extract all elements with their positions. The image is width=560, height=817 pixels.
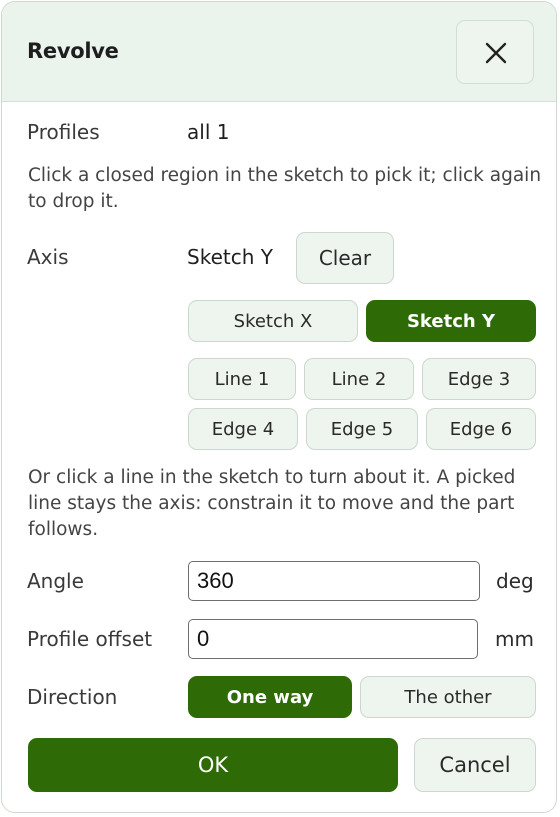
- axis-clear-button[interactable]: Clear: [296, 232, 394, 284]
- dialog-header: Revolve: [2, 2, 556, 102]
- direction-the-other-button[interactable]: The other: [360, 676, 536, 718]
- direction-one-way-button[interactable]: One way: [188, 676, 352, 718]
- direction-label: Direction: [27, 685, 118, 709]
- axis-help-text: Or click a line in the sketch to turn ab…: [28, 467, 516, 540]
- axis-option-edge-3[interactable]: Edge 3: [422, 358, 536, 400]
- dialog-title: Revolve: [27, 39, 119, 63]
- cancel-button[interactable]: Cancel: [414, 738, 536, 792]
- axis-option-edge-6[interactable]: Edge 6: [426, 408, 536, 450]
- profile-offset-unit: mm: [495, 627, 534, 651]
- axis-label: Axis: [27, 245, 69, 269]
- profiles-value: all 1: [187, 120, 230, 144]
- angle-label: Angle: [27, 569, 84, 593]
- angle-unit: deg: [496, 569, 534, 593]
- profiles-label: Profiles: [27, 120, 100, 144]
- axis-option-line-2[interactable]: Line 2: [304, 358, 414, 400]
- axis-option-sketch-y[interactable]: Sketch Y: [366, 300, 536, 342]
- profile-offset-label: Profile offset: [27, 627, 153, 651]
- axis-option-sketch-x[interactable]: Sketch X: [188, 300, 358, 342]
- close-icon: [485, 42, 507, 64]
- axis-value: Sketch Y: [187, 245, 273, 269]
- axis-option-edge-5[interactable]: Edge 5: [306, 408, 418, 450]
- axis-option-line-1[interactable]: Line 1: [188, 358, 296, 400]
- profiles-help-text: Click a closed region in the sketch to p…: [28, 165, 542, 212]
- angle-input[interactable]: [188, 561, 480, 601]
- close-button[interactable]: [456, 20, 534, 84]
- ok-button[interactable]: OK: [28, 738, 398, 792]
- axis-option-edge-4[interactable]: Edge 4: [188, 408, 298, 450]
- profile-offset-input[interactable]: [188, 619, 478, 659]
- revolve-dialog: Revolve Profiles all 1 Click a closed re…: [1, 1, 557, 813]
